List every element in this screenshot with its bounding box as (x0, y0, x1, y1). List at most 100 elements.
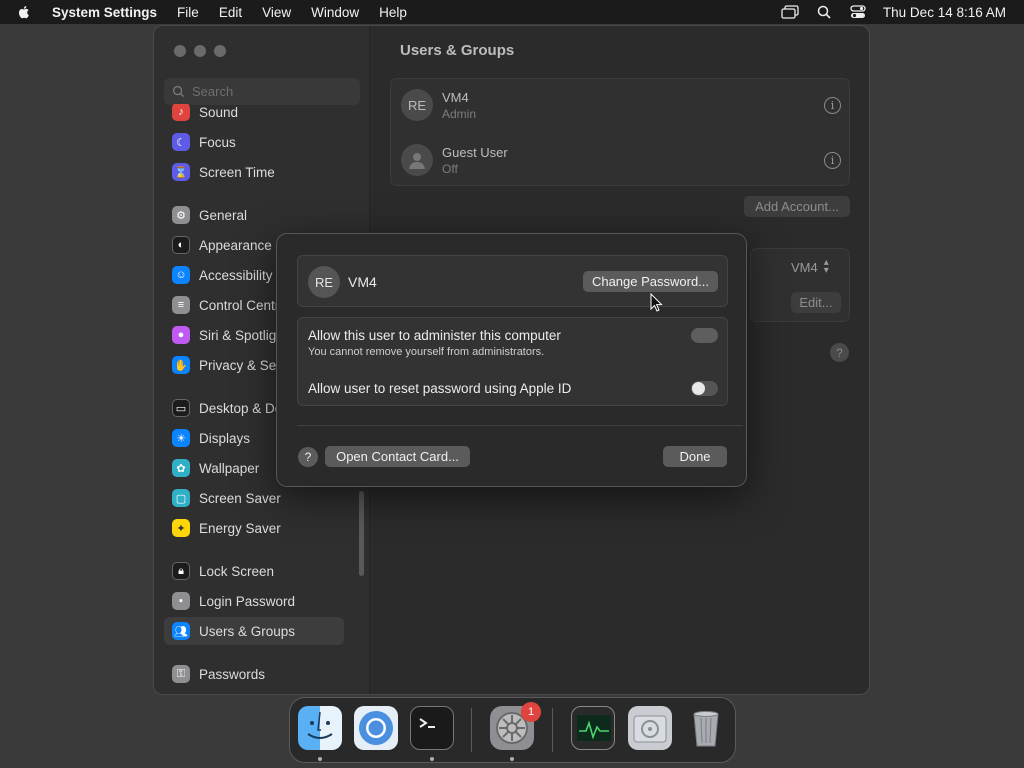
dock-separator (471, 708, 472, 752)
account-row-vm4[interactable]: RE VM4 Admin i (401, 85, 841, 125)
info-icon[interactable]: i (824, 151, 841, 169)
divider (297, 425, 743, 426)
control-centre-icon: ≡ (172, 296, 190, 314)
sidebar-item-label: Control Centre (199, 297, 287, 313)
search-field[interactable]: Search (164, 78, 360, 105)
edit-button[interactable]: Edit... (791, 292, 841, 313)
sidebar-item-passwords[interactable]: ⚿ Passwords (164, 660, 344, 688)
sidebar-item-label: Displays (199, 430, 251, 446)
menu-clock[interactable]: Thu Dec 14 8:16 AM (875, 5, 1024, 20)
zoom-window-button[interactable] (214, 45, 226, 57)
running-indicator (430, 757, 434, 761)
screen-mirroring-icon[interactable] (773, 5, 807, 19)
key-icon: ⚿ (172, 665, 190, 683)
user-header: RE VM4 Change Password... (297, 255, 728, 312)
auto-login-value: VM4 (791, 259, 818, 275)
hand-icon: ✋ (172, 356, 190, 374)
window-controls (174, 45, 226, 57)
sidebar-item-label: Lock Screen (199, 563, 275, 579)
account-role: Off (442, 161, 458, 176)
accounts-list: RE VM4 Admin i Guest User Off i (390, 78, 850, 186)
lock-icon: 🔒︎ (172, 562, 190, 580)
screen-saver-icon: ▢ (172, 489, 190, 507)
minimize-window-button[interactable] (194, 45, 206, 57)
sidebar-item-focus[interactable]: ☾ Focus (164, 128, 344, 156)
account-role: Admin (442, 106, 477, 121)
add-account-button[interactable]: Add Account... (744, 196, 850, 217)
permissions-box: Allow this user to administer this compu… (297, 317, 728, 406)
menu-help[interactable]: Help (369, 5, 417, 20)
menu-bar: System Settings File Edit View Window He… (0, 0, 1024, 24)
accessibility-icon: ☺ (172, 266, 190, 284)
chevron-updown-icon: ▴ ▾ (823, 257, 829, 276)
page-title: Users & Groups (400, 42, 515, 59)
sidebar-item-label: Focus (199, 134, 236, 150)
sidebar-item-sound[interactable]: ♪ Sound (164, 104, 344, 126)
users-icon: 👥︎ (172, 622, 190, 640)
sidebar-item-screen-saver[interactable]: ▢ Screen Saver (164, 484, 344, 512)
user-details-sheet: RE VM4 Change Password... Allow this use… (276, 233, 747, 487)
auto-login-select[interactable]: VM4 ▴ ▾ (791, 257, 829, 276)
sidebar-item-label: Appearance (199, 237, 272, 253)
lightbulb-icon: ✦ (172, 519, 190, 537)
sidebar-item-label: Users & Groups (199, 623, 296, 639)
sidebar-item-label: Energy Saver (199, 520, 281, 536)
open-contact-card-button[interactable]: Open Contact Card... (325, 446, 470, 467)
account-name: VM4 (442, 89, 469, 105)
guest-avatar-icon (401, 144, 433, 176)
sidebar-item-label: Siri & Spotlight (199, 327, 288, 343)
auto-login-box: VM4 ▴ ▾ Edit... (750, 248, 850, 322)
sidebar-item-label: Screen Time (199, 164, 275, 180)
user-name: VM4 (348, 274, 377, 290)
menu-view[interactable]: View (252, 5, 301, 20)
terminal-icon[interactable] (410, 706, 454, 750)
account-name: Guest User (442, 144, 508, 160)
sidebar-scrollbar[interactable] (359, 491, 364, 576)
reset-password-toggle[interactable] (691, 381, 718, 396)
menu-window[interactable]: Window (301, 5, 369, 20)
info-icon[interactable]: i (824, 96, 841, 114)
dock-separator (552, 708, 553, 752)
moon-icon: ☾ (172, 133, 190, 151)
reset-password-option-label: Allow user to reset password using Apple… (308, 381, 572, 396)
sidebar-item-label: Screen Saver (199, 490, 281, 506)
wallpaper-icon: ✿ (172, 459, 190, 477)
sun-icon: ☀ (172, 429, 190, 447)
sidebar-item-login-password[interactable]: ▪ Login Password (164, 587, 344, 615)
apple-menu-icon[interactable] (0, 4, 48, 20)
disk-utility-icon[interactable] (628, 706, 672, 750)
help-button[interactable]: ? (298, 447, 318, 467)
sidebar-item-label: Sound (199, 104, 239, 120)
menu-app-name[interactable]: System Settings (48, 5, 167, 20)
sidebar-item-energy-saver[interactable]: ✦ Energy Saver (164, 514, 344, 542)
spotlight-search-icon[interactable] (807, 5, 841, 19)
sidebar-item-lock-screen[interactable]: 🔒︎ Lock Screen (164, 557, 344, 585)
close-window-button[interactable] (174, 45, 186, 57)
running-indicator (510, 757, 514, 761)
sidebar-item-screen-time[interactable]: ⌛ Screen Time (164, 158, 344, 186)
search-icon (172, 85, 185, 98)
sidebar-item-label: Login Password (199, 593, 296, 609)
done-button[interactable]: Done (663, 446, 727, 467)
mouse-pointer-icon (650, 293, 663, 312)
sidebar-item-users-groups[interactable]: 👥︎ Users & Groups (164, 617, 344, 645)
sidebar-item-general[interactable]: ⚙ General (164, 201, 344, 229)
account-row-guest[interactable]: Guest User Off i (401, 140, 841, 180)
activity-monitor-icon[interactable] (571, 706, 615, 750)
admin-option-note: You cannot remove yourself from administ… (308, 346, 545, 358)
menu-edit[interactable]: Edit (209, 5, 252, 20)
finder-icon[interactable] (298, 706, 342, 750)
help-icon[interactable]: ? (830, 343, 849, 362)
login-password-icon: ▪ (172, 592, 190, 610)
menu-file[interactable]: File (167, 5, 209, 20)
notification-badge: 1 (521, 702, 541, 722)
admin-toggle[interactable] (691, 328, 718, 343)
siri-icon: ● (172, 326, 190, 344)
change-password-button[interactable]: Change Password... (583, 271, 718, 292)
sidebar-item-label: Accessibility (199, 267, 273, 283)
dock: 1 (289, 697, 736, 763)
chromium-icon[interactable] (354, 706, 398, 750)
control-center-icon[interactable] (841, 5, 875, 19)
appearance-icon: ◐ (172, 236, 190, 254)
trash-icon[interactable] (684, 706, 728, 750)
